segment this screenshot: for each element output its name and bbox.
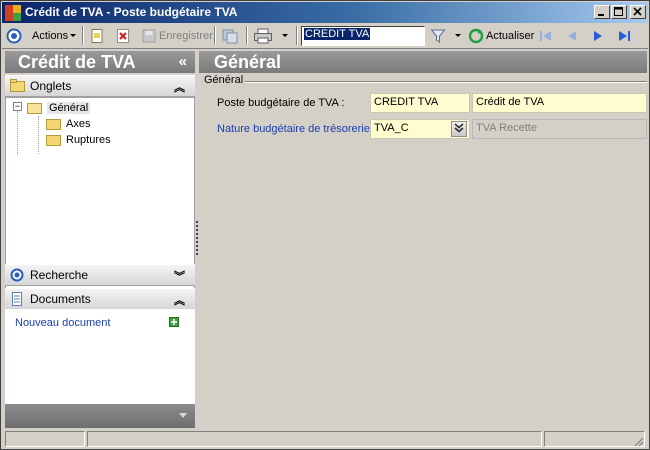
- left-panel-bottom-bar: [5, 404, 195, 428]
- folder-icon: [46, 118, 61, 130]
- title-bar: Crédit de TVA - Poste budgétaire TVA: [2, 2, 648, 23]
- folder-icon: [46, 134, 61, 146]
- save-button[interactable]: Enregistrer: [141, 25, 213, 47]
- group-label: Général: [204, 74, 246, 86]
- status-cell: [544, 431, 645, 447]
- refresh-icon: [468, 28, 484, 44]
- app-icon: [5, 5, 21, 21]
- chevron-down-icon[interactable]: [179, 413, 187, 419]
- tree-item-label: Ruptures: [66, 134, 111, 146]
- tree-item-label: Axes: [66, 118, 91, 130]
- collapse-section-icon[interactable]: ︽: [174, 79, 185, 95]
- left-panel: Crédit de TVA « Onglets ︽ − Général Axes…: [5, 51, 195, 428]
- resize-grip-icon[interactable]: [632, 435, 644, 447]
- main-panel: Général Général Poste budgétaire de TVA …: [199, 51, 647, 428]
- toolbar-separator: [214, 26, 216, 45]
- tree-line: [17, 111, 18, 155]
- refresh-button[interactable]: Actualiser: [468, 25, 534, 47]
- save-label: Enregistrer: [159, 30, 213, 42]
- documents-section-label: Documents: [30, 292, 91, 306]
- chevron-down-icon: [282, 34, 288, 37]
- filter-icon: [430, 29, 446, 43]
- minimize-button[interactable]: [594, 5, 610, 19]
- add-icon[interactable]: [169, 317, 179, 327]
- close-button[interactable]: [630, 5, 646, 19]
- copy-button[interactable]: [221, 25, 239, 47]
- actions-label: Actions: [32, 30, 69, 42]
- document-icon: [12, 292, 22, 306]
- maximize-icon: [614, 7, 623, 16]
- first-record-button[interactable]: [538, 25, 554, 47]
- last-record-button[interactable]: [616, 25, 632, 47]
- poste-label: Poste budgétaire de TVA :: [217, 97, 345, 109]
- nature-dropdown-button[interactable]: [451, 121, 467, 137]
- folder-icon: [10, 79, 25, 92]
- actions-button[interactable]: Actions: [6, 25, 77, 47]
- last-icon: [619, 31, 630, 41]
- toolbar-separator: [296, 26, 298, 45]
- documents-area: Nouveau document: [5, 309, 195, 405]
- tree-item-general[interactable]: Général: [27, 100, 91, 116]
- collapse-section-icon[interactable]: ︽: [174, 292, 185, 308]
- filter-button[interactable]: [430, 25, 462, 47]
- app-window: Crédit de TVA - Poste budgétaire TVA Act…: [0, 0, 650, 450]
- tabs-section-label: Onglets: [30, 79, 72, 93]
- copy-icon: [222, 29, 238, 44]
- maximize-button[interactable]: [611, 5, 627, 19]
- next-record-button[interactable]: [590, 25, 606, 47]
- poste-name-field[interactable]: Crédit de TVA: [472, 93, 647, 113]
- next-icon: [594, 31, 602, 41]
- search-section-header[interactable]: Recherche ︾: [5, 264, 195, 286]
- collapse-panel-icon[interactable]: «: [179, 51, 187, 73]
- first-icon: [540, 31, 551, 41]
- minimize-icon: [598, 14, 604, 16]
- delete-icon: [117, 29, 129, 43]
- left-panel-title: Crédit de TVA «: [5, 51, 195, 73]
- poste-code-field[interactable]: CREDIT TVA: [370, 93, 470, 113]
- save-icon: [142, 29, 156, 43]
- tree-line: [38, 116, 39, 154]
- actions-icon: [6, 28, 22, 44]
- printer-icon: [254, 28, 272, 44]
- main-title: Général: [199, 51, 647, 73]
- toolbar-separator: [82, 26, 84, 45]
- search-input[interactable]: CREDIT TVA: [301, 26, 425, 46]
- search-section-label: Recherche: [30, 268, 89, 282]
- print-button[interactable]: [253, 25, 289, 47]
- new-document-icon: [91, 29, 103, 43]
- toolbar-separator: [246, 26, 248, 45]
- documents-section-header[interactable]: Documents ︽: [5, 288, 195, 310]
- search-value: CREDIT TVA: [304, 28, 371, 40]
- refresh-label: Actualiser: [486, 30, 535, 42]
- nature-name-field: TVA Recette: [472, 119, 647, 139]
- toolbar: Actions Enregistrer CREDIT TVA Actualise…: [2, 23, 648, 49]
- double-chevron-down-icon: [454, 123, 464, 133]
- open-folder-icon: [27, 102, 42, 114]
- tree-item-ruptures[interactable]: Ruptures: [46, 132, 111, 148]
- expand-section-icon[interactable]: ︾: [174, 268, 185, 284]
- tree-item-axes[interactable]: Axes: [46, 116, 90, 132]
- previous-icon: [568, 31, 576, 41]
- search-section-icon: [10, 268, 24, 282]
- tree-expander[interactable]: −: [13, 102, 22, 111]
- panel-splitter[interactable]: [196, 221, 198, 255]
- new-document-link[interactable]: Nouveau document: [15, 317, 110, 329]
- group-divider: [245, 81, 647, 83]
- tabs-section-header[interactable]: Onglets ︽: [5, 75, 195, 97]
- previous-record-button[interactable]: [564, 25, 580, 47]
- new-button[interactable]: [89, 25, 105, 47]
- chevron-down-icon: [70, 34, 77, 37]
- nature-label[interactable]: Nature budgétaire de trésorerie :: [217, 123, 376, 135]
- status-bar: [2, 429, 648, 449]
- chevron-down-icon: [455, 34, 461, 37]
- nature-code-value: TVA_C: [374, 122, 409, 134]
- status-cell: [5, 431, 85, 447]
- tree-item-label: Général: [47, 102, 91, 114]
- close-icon: [633, 7, 642, 16]
- status-cell: [87, 431, 542, 447]
- left-panel-title-text: Crédit de TVA: [18, 52, 136, 72]
- delete-button[interactable]: [115, 25, 131, 47]
- window-title: Crédit de TVA - Poste budgétaire TVA: [25, 5, 238, 19]
